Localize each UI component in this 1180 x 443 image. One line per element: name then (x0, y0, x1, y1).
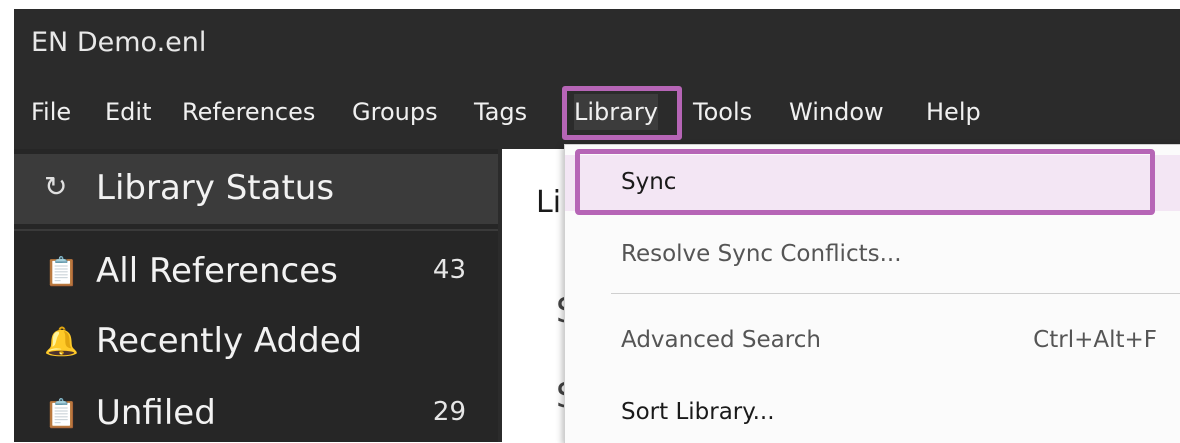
menu-separator (611, 293, 1180, 294)
menu-help[interactable]: Help (926, 94, 981, 130)
sidebar-item-label: Unfiled (96, 393, 216, 433)
clipboard-icon: 📋 (44, 255, 79, 288)
menu-item-advanced-search[interactable]: Advanced Search Ctrl+Alt+F (565, 313, 1180, 369)
sidebar-item-count: 29 (432, 397, 466, 427)
sidebar-divider (14, 229, 498, 231)
menu-item-label: Advanced Search (621, 327, 821, 353)
sidebar-item-label: Recently Added (96, 321, 363, 361)
sync-icon: ↻ (44, 170, 68, 203)
content-heading: Li (536, 185, 562, 220)
sidebar-item-label: All References (96, 251, 338, 291)
title-bar: EN Demo.enl (14, 9, 1180, 79)
bell-icon: 🔔 (44, 325, 79, 358)
menu-tags[interactable]: Tags (474, 94, 527, 130)
menu-references[interactable]: References (182, 94, 315, 130)
menu-item-label: Sort Library... (621, 399, 775, 425)
menu-file[interactable]: File (31, 94, 71, 130)
menu-item-label: Resolve Sync Conflicts... (621, 241, 902, 267)
sidebar-item-recently-added[interactable]: 🔔 Recently Added (14, 317, 498, 377)
sidebar: ↻ Library Status 📋 All References 43 🔔 R… (14, 149, 498, 442)
menu-item-resolve-sync-conflicts[interactable]: Resolve Sync Conflicts... (565, 227, 1180, 283)
library-status-item[interactable]: ↻ Library Status (14, 154, 498, 224)
sidebar-item-count: 43 (432, 255, 466, 285)
menu-groups[interactable]: Groups (352, 94, 438, 130)
menu-item-shortcut: Ctrl+Alt+F (1033, 327, 1157, 353)
clipboard-icon: 📋 (44, 397, 79, 430)
library-dropdown-menu: Sync Resolve Sync Conflicts... Advanced … (564, 144, 1180, 443)
library-menu-highlight (562, 86, 682, 140)
window-title: EN Demo.enl (31, 27, 207, 58)
library-status-label: Library Status (96, 168, 335, 208)
sync-highlight (575, 149, 1155, 215)
menu-edit[interactable]: Edit (105, 94, 151, 130)
sidebar-item-all-references[interactable]: 📋 All References 43 (14, 247, 498, 307)
menu-item-sort-library[interactable]: Sort Library... (565, 385, 1180, 441)
sidebar-item-unfiled[interactable]: 📋 Unfiled 29 (14, 389, 498, 442)
menu-tools[interactable]: Tools (693, 94, 752, 130)
menu-window[interactable]: Window (789, 94, 884, 130)
